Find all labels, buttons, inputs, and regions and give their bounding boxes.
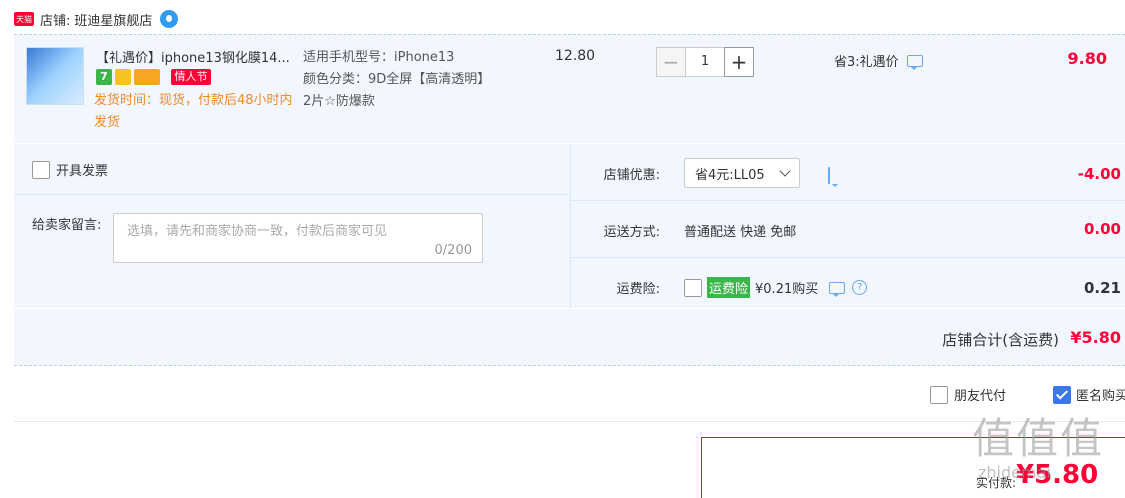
store-discount-select[interactable]: 省4元:LL05: [684, 158, 800, 188]
message-char-count: 0/200: [434, 243, 472, 258]
ship-time-note: 发货时间：现货，付款后48小时内发货: [94, 93, 293, 130]
insurance-option: 运费险 ¥0.21购买 ?: [684, 277, 868, 298]
qty-minus-button[interactable]: −: [656, 47, 686, 77]
comment-icon[interactable]: [829, 281, 846, 297]
insurance-tag: 运费险: [707, 277, 751, 298]
insurance-amount: 0.21: [1083, 279, 1121, 297]
anonymous-checkbox[interactable]: [1053, 385, 1071, 404]
sku-color: 颜色分类：9D全屏【高清透明】: [303, 72, 491, 87]
friend-pay-checkbox[interactable]: [930, 385, 948, 404]
store-total-label: 店铺合计(含运费): [942, 331, 1059, 349]
discount-label: 店铺优惠:: [603, 168, 660, 183]
shipping-method: 普通配送 快递 免邮: [684, 225, 797, 240]
discount-selected: 省4元:LL05: [695, 167, 765, 183]
store-total-value: ¥5.80: [1070, 328, 1121, 347]
invoice-option[interactable]: 开具发票: [32, 160, 108, 179]
comment-icon[interactable]: [906, 54, 923, 70]
qty-input[interactable]: 1: [686, 47, 724, 77]
cart-item-row: 【礼遇价】iphone13钢化膜14... 7 情人节 发货时间：现货，付款后4…: [14, 34, 1125, 143]
sku-info: 适用手机型号：iPhone13 颜色分类：9D全屏【高清透明】 2片☆防爆款: [303, 47, 490, 113]
order-options: 开具发票 给卖家留言: 选填，请先和商家协商一致，付款后商家可见 0/200 店…: [14, 144, 1125, 308]
shipping-label: 运送方式:: [603, 225, 660, 240]
sku-model: 适用手机型号：iPhone13: [303, 50, 455, 65]
qty-plus-button[interactable]: +: [724, 47, 754, 77]
store-total-bar: 店铺合计(含运费) ¥5.80: [14, 309, 1125, 366]
insurance-price: ¥0.21购买: [755, 282, 819, 297]
product-thumbnail[interactable]: [26, 47, 84, 105]
festival-badge: 情人节: [171, 69, 211, 85]
store-name-link[interactable]: 班迪星旗舰店: [74, 10, 152, 29]
quantity-stepper: − 1 +: [656, 47, 754, 77]
buyer-options: 开具发票 给卖家留言: 选填，请先和商家协商一致，付款后商家可见 0/200: [14, 144, 571, 308]
wangwang-chat-icon[interactable]: [160, 10, 179, 28]
anonymous-option[interactable]: 匿名购买: [1053, 385, 1125, 404]
watermark-sub: zhidemai: [978, 463, 1051, 482]
message-placeholder: 选填，请先和商家协商一致，付款后商家可见: [127, 224, 388, 239]
guarantee-icon: [115, 69, 131, 85]
discount-amount: -4.00: [1077, 165, 1121, 183]
help-icon[interactable]: ?: [852, 280, 868, 295]
anonymous-label: 匿名购买: [1076, 389, 1125, 404]
sku-extra: 2片☆防爆款: [303, 94, 375, 109]
chevron-down-icon: [779, 165, 791, 177]
credit-card-icon: [134, 69, 160, 85]
friend-pay-label: 朋友代付: [954, 389, 1007, 404]
watermark: 值值值: [972, 414, 1105, 463]
comment-icon[interactable]: [828, 167, 830, 184]
product-tags: 7 情人节: [96, 69, 211, 85]
friend-pay-option[interactable]: 朋友代付: [930, 385, 1006, 404]
unit-price: 12.80: [555, 48, 596, 64]
divider: [571, 200, 1125, 201]
store-label: 店铺:: [40, 13, 71, 29]
invoice-label: 开具发票: [56, 164, 109, 179]
insurance-checkbox[interactable]: [684, 278, 702, 297]
divider: [571, 257, 1125, 258]
promo-text: 省3:礼遇价: [834, 55, 899, 70]
item-total-price: 9.80: [1067, 49, 1107, 68]
insurance-label: 运费险:: [616, 282, 660, 297]
divider: [14, 194, 570, 195]
divider: [14, 421, 1125, 422]
tmall-badge: 天猫: [14, 12, 34, 26]
message-label: 给卖家留言:: [32, 218, 102, 233]
seller-message-field[interactable]: 选填，请先和商家协商一致，付款后商家可见 0/200: [113, 213, 483, 263]
item-promo: 省3:礼遇价: [834, 51, 923, 70]
store-header: 天猫 店铺: 班迪星旗舰店: [14, 8, 179, 30]
shipping-amount: 0.00: [1083, 220, 1121, 238]
product-title-link[interactable]: 【礼遇价】iphone13钢化膜14...: [96, 47, 290, 66]
seven-day-return-icon: 7: [96, 69, 112, 85]
invoice-checkbox[interactable]: [32, 160, 50, 179]
